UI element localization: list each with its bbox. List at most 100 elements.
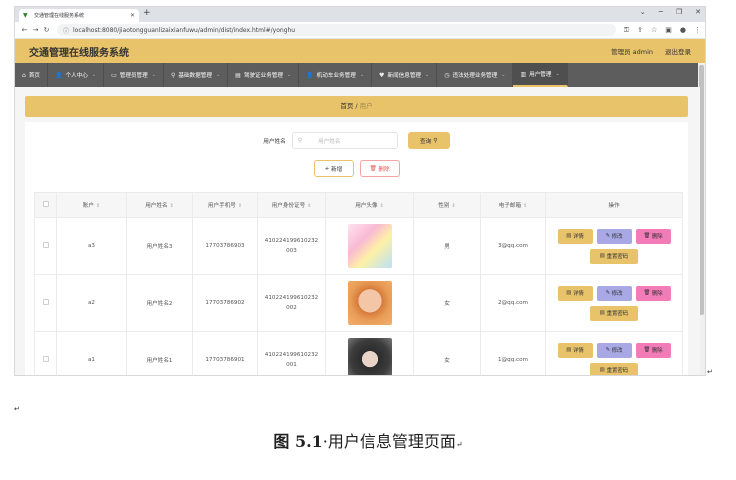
- doc-icon: ▤: [599, 310, 605, 316]
- main-content: 首页 / 用户 用户姓名 ⚲ 用户姓名 查询 ⚲ + 新增 🗑 删除 账户⇕: [15, 87, 700, 375]
- edit-button[interactable]: ✎ 修改: [596, 285, 632, 301]
- browser-tab[interactable]: ▼ 交通管理在线服务系统 ✕: [19, 9, 139, 22]
- avatar-image[interactable]: [347, 281, 392, 325]
- idcard-cell: 410224199610232 001: [257, 331, 326, 375]
- select-all-checkbox[interactable]: [42, 201, 49, 207]
- more-icon[interactable]: ⋮: [694, 26, 701, 35]
- menu-item-profile[interactable]: 👤 个人中心 ⌄: [48, 63, 105, 87]
- col-gender[interactable]: 性别 ⇕: [413, 192, 481, 218]
- menu-item-label: 个人中心: [65, 73, 88, 79]
- url-field[interactable]: ⓘ localhost:8080/jiaotongguanlizaixianfu…: [57, 24, 616, 36]
- user-panel: 用户姓名 ⚲ 用户姓名 查询 ⚲ + 新增 🗑 删除 账户 ⇕ 用户姓名 ⇕ 用户手…: [25, 122, 688, 375]
- menu-item-license[interactable]: ▤ 驾驶证业务管理 ⌄: [228, 63, 300, 87]
- avatar-image[interactable]: [347, 338, 392, 375]
- menu-item-news[interactable]: ♥ 新闻信息管理 ⌄: [372, 63, 438, 87]
- search-button[interactable]: 查询 ⚲: [407, 132, 450, 149]
- share-icon[interactable]: ⇪: [637, 26, 643, 35]
- name-cell: 用户姓名3: [126, 217, 193, 275]
- col-account[interactable]: 账户 ⇕: [56, 192, 127, 218]
- sort-icon: ⇕: [169, 203, 174, 209]
- gender-cell: 男: [413, 217, 481, 275]
- menu-item-home[interactable]: ⌂ 首页: [15, 63, 49, 87]
- browser-toolbar-icons: ⚿ ⇪ ☆ ▣ ● ⋮: [624, 26, 701, 35]
- edit-button[interactable]: ✎ 修改: [596, 228, 632, 244]
- remove-button[interactable]: 🗑 删除: [635, 228, 671, 244]
- location-icon: ⚲: [170, 71, 176, 79]
- back-icon[interactable]: ←: [19, 26, 30, 34]
- row-checkbox[interactable]: [42, 242, 49, 248]
- browser-tabbar: ▼ 交通管理在线服务系统 ✕ + ⌄ ─ ❐ ✕: [15, 7, 705, 22]
- table-header-row: 账户 ⇕ 用户姓名 ⇕ 用户手机号 ⇕ 用户身份证号 ⇕ 用户头像 ⇕ 性别 ⇕ 电子邮箱 ⇕…: [34, 192, 683, 218]
- menu-item-admins[interactable]: ▭ 管理员管理 ⌄: [104, 63, 164, 87]
- menu-item-vehicle[interactable]: 👤 机动车业务管理 ⌄: [299, 63, 373, 87]
- detail-button[interactable]: ▤ 详情: [557, 342, 593, 358]
- admin-icon: ▭: [111, 71, 117, 79]
- reset-password-button[interactable]: ▤ 重置密码: [590, 362, 638, 375]
- add-button-label: 新增: [331, 166, 343, 173]
- paragraph-mark-icon: ↵: [455, 440, 463, 449]
- doc-icon: ▤: [566, 233, 572, 239]
- sidepanel-icon[interactable]: ▣: [665, 26, 672, 35]
- reset-password-button[interactable]: ▤ 重置密码: [590, 305, 638, 321]
- menu-item-basedata[interactable]: ⚲ 基础数据管理 ⌄: [164, 63, 229, 87]
- car-icon: 👤: [306, 71, 314, 79]
- row-checkbox[interactable]: [42, 356, 49, 362]
- forward-icon[interactable]: →: [30, 26, 41, 34]
- trash-icon: 🗑: [643, 347, 651, 353]
- row-select-cell: [34, 217, 57, 275]
- col-phone[interactable]: 用户手机号 ⇕: [192, 192, 258, 218]
- detail-button[interactable]: ▤ 详情: [557, 285, 593, 301]
- phone-cell: 17703786903: [192, 217, 258, 275]
- pencil-icon: ✎: [605, 347, 610, 353]
- tab-title: 交通管理在线服务系统: [34, 13, 85, 19]
- reset-password-button[interactable]: ▤ 重置密码: [590, 248, 638, 264]
- edit-button[interactable]: ✎ 修改: [596, 342, 632, 358]
- remove-label: 删除: [651, 348, 663, 354]
- batch-delete-button[interactable]: 🗑 删除: [359, 160, 400, 177]
- menu-item-violation[interactable]: ◷ 违法处理业务管理 ⌄: [437, 63, 514, 87]
- key-icon[interactable]: ⚿: [624, 26, 629, 35]
- star-icon[interactable]: ☆: [651, 26, 657, 35]
- remove-button[interactable]: 🗑 删除: [635, 285, 671, 301]
- avatar-cell: [325, 217, 414, 275]
- search-input[interactable]: ⚲ 用户姓名: [291, 132, 398, 149]
- idcard-line1: 410224199610232: [264, 295, 319, 301]
- col-label: 电子邮箱: [498, 203, 522, 209]
- menu-item-label: 新闻信息管理: [387, 73, 422, 79]
- new-tab-icon[interactable]: +: [143, 8, 151, 18]
- col-name[interactable]: 用户姓名 ⇕: [126, 192, 193, 218]
- chevron-down-icon[interactable]: ⌄: [640, 8, 646, 16]
- breadcrumb: 首页 / 用户: [25, 96, 688, 117]
- avatar-image[interactable]: [347, 224, 392, 268]
- menu-item-users[interactable]: ▥ 用户管理 ⌄: [513, 63, 568, 87]
- col-idcard[interactable]: 用户身份证号 ⇕: [257, 192, 326, 218]
- plus-icon: +: [324, 165, 330, 172]
- close-tab-icon[interactable]: ✕: [130, 12, 135, 19]
- menu-item-label: 管理员管理: [119, 73, 148, 79]
- remove-button[interactable]: 🗑 删除: [635, 342, 671, 358]
- app-title: 交通管理在线服务系统: [29, 47, 129, 59]
- logout-link[interactable]: 退出登录: [665, 46, 691, 56]
- search-placeholder: 用户姓名: [318, 138, 341, 145]
- detail-button[interactable]: ▤ 详情: [557, 228, 593, 244]
- col-avatar[interactable]: 用户头像 ⇕: [325, 192, 414, 218]
- breadcrumb-home[interactable]: 首页: [340, 102, 353, 110]
- row-checkbox[interactable]: [42, 299, 49, 305]
- table-row: a2 用户姓名2 17703786902 410224199610232 002 …: [34, 274, 683, 332]
- trash-icon: 🗑: [369, 165, 377, 172]
- col-email[interactable]: 电子邮箱 ⇕: [480, 192, 546, 218]
- chevron-down-icon: ⌄: [151, 72, 156, 78]
- close-window-icon[interactable]: ✕: [695, 8, 701, 16]
- detail-label: 详情: [573, 348, 584, 354]
- home-icon: ⌂: [22, 71, 26, 79]
- restore-icon[interactable]: ❐: [676, 8, 682, 16]
- minimize-icon[interactable]: ─: [659, 8, 663, 16]
- detail-label: 详情: [573, 234, 584, 240]
- reload-icon[interactable]: ↻: [41, 26, 52, 34]
- doc-icon: ▤: [599, 253, 605, 259]
- chevron-down-icon: ⌄: [215, 72, 221, 78]
- menu-item-label: 基础数据管理: [178, 73, 212, 79]
- add-button[interactable]: + 新增: [313, 160, 354, 177]
- action-row: + 新增 🗑 删除: [25, 160, 688, 177]
- profile-icon[interactable]: ●: [680, 26, 686, 35]
